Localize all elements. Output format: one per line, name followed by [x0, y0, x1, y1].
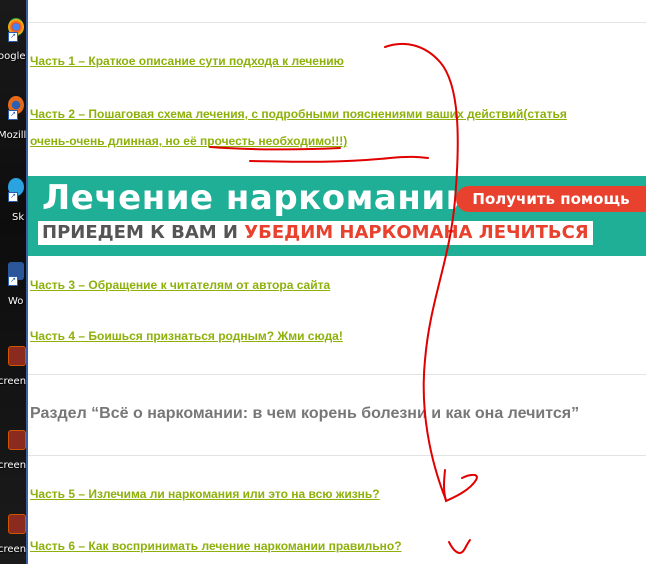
- desktop-icon-label: creen: [0, 544, 26, 555]
- get-help-button[interactable]: Получить помощь: [456, 186, 646, 212]
- link-part-5[interactable]: Часть 5 – Излечима ли наркомания или это…: [30, 487, 380, 501]
- shortcut-arrow-icon: ↗: [8, 32, 18, 42]
- shortcut-arrow-icon: ↗: [8, 192, 18, 202]
- desktop-icon-label: oogle: [0, 51, 26, 62]
- divider: [28, 374, 646, 375]
- banner-subtitle-red: УБЕДИМ НАРКОМАНА ЛЕЧИТЬСЯ: [244, 222, 589, 243]
- screenshot-file-icon: [8, 514, 26, 534]
- link-part-4[interactable]: Часть 4 – Боишься признаться родным? Жми…: [30, 329, 343, 343]
- link-part-2-continued[interactable]: очень-очень длинная, но её прочесть необ…: [30, 134, 347, 148]
- desktop-icon-label: Mozilla: [0, 130, 26, 141]
- banner-title: Лечение наркомании: [42, 178, 470, 218]
- desktop-icon-label: Sk: [12, 212, 25, 223]
- shortcut-arrow-icon: ↗: [8, 110, 18, 120]
- desktop-icon-label: Wo: [8, 296, 24, 307]
- divider: [28, 455, 646, 456]
- banner-subtitle: ПРИЕДЕМ К ВАМ И УБЕДИМ НАРКОМАНА ЛЕЧИТЬС…: [38, 221, 593, 245]
- link-part-3[interactable]: Часть 3 – Обращение к читателям от автор…: [30, 278, 330, 292]
- desktop-icon-label: creen: [0, 460, 26, 471]
- desktop-icon-label: creen: [0, 376, 26, 387]
- link-part-6[interactable]: Часть 6 – Как воспринимать лечение нарко…: [30, 539, 402, 553]
- link-part-2[interactable]: Часть 2 – Пошаговая схема лечения, с под…: [30, 107, 567, 121]
- treatment-ad-banner[interactable]: Лечение наркомании Получить помощь ПРИЕД…: [28, 176, 646, 256]
- desktop-icon-strip: ↗ oogle ↗ Mozilla ↗ Sk ↗ Wo creen creen …: [0, 0, 26, 564]
- screenshot-file-icon: [8, 346, 26, 366]
- section-heading: Раздел “Всё о наркомании: в чем корень б…: [30, 405, 580, 422]
- link-part-1[interactable]: Часть 1 – Краткое описание сути подхода …: [30, 54, 344, 68]
- shortcut-arrow-icon: ↗: [8, 276, 18, 286]
- article-content: Часть 1 – Краткое описание сути подхода …: [28, 0, 646, 564]
- banner-subtitle-dark: ПРИЕДЕМ К ВАМ И: [42, 222, 245, 243]
- divider: [28, 22, 646, 23]
- screenshot-file-icon: [8, 430, 26, 450]
